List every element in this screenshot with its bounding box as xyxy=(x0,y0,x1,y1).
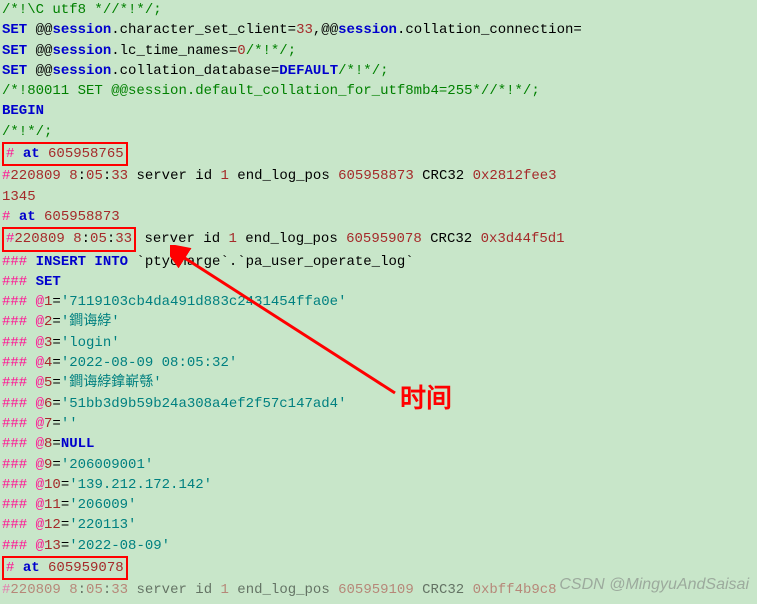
code-line: ### @4='2022-08-09 08:05:32' xyxy=(0,353,757,373)
code-line: ### @12='220113' xyxy=(0,515,757,535)
annotation-label: 时间 xyxy=(400,380,452,418)
code-line: ### @10='139.212.172.142' xyxy=(0,475,757,495)
code-line: ### @13='2022-08-09' xyxy=(0,536,757,556)
code-line: ### @3='login' xyxy=(0,333,757,353)
code-line: /*!80011 SET @@session.default_collation… xyxy=(0,81,757,101)
code-line: ### @11='206009' xyxy=(0,495,757,515)
code-line: /*!*/; xyxy=(0,122,757,142)
code-line: SET @@session.collation_database=DEFAULT… xyxy=(0,61,757,81)
code-line: ### @9='206009001' xyxy=(0,455,757,475)
code-line: ### @5='鐧诲綍鎿嶄綔' xyxy=(0,373,757,393)
code-line: # at 605958873 xyxy=(0,207,757,227)
code-line: BEGIN xyxy=(0,101,757,121)
code-line: #220809 8:05:33 server id 1 end_log_pos … xyxy=(0,227,757,251)
highlight-box: #220809 8:05:33 xyxy=(2,227,136,251)
code-line: ### @7='' xyxy=(0,414,757,434)
code-line: ### @2='鐧诲綍' xyxy=(0,312,757,332)
code-line: SET @@session.lc_time_names=0/*!*/; xyxy=(0,41,757,61)
code-line: # at 605958765 xyxy=(0,142,757,166)
code-line: ### INSERT INTO `ptycharge`.`pa_user_ope… xyxy=(0,252,757,272)
code-line: /*!\C utf8 *//*!*/; xyxy=(0,0,757,20)
code-line: ### SET xyxy=(0,272,757,292)
highlight-box: # at 605959078 xyxy=(2,556,128,580)
code-line: ### @1='7119103cb4da491d883c2431454ffa0e… xyxy=(0,292,757,312)
code-line: #220809 8:05:33 server id 1 end_log_pos … xyxy=(0,166,757,186)
code-line: SET @@session.character_set_client=33,@@… xyxy=(0,20,757,40)
watermark: CSDN @MingyuAndSaisai xyxy=(559,573,749,596)
highlight-box: # at 605958765 xyxy=(2,142,128,166)
code-line: 1345 xyxy=(0,187,757,207)
code-line: ### @6='51bb3d9b59b24a308a4ef2f57c147ad4… xyxy=(0,394,757,414)
code-line: ### @8=NULL xyxy=(0,434,757,454)
